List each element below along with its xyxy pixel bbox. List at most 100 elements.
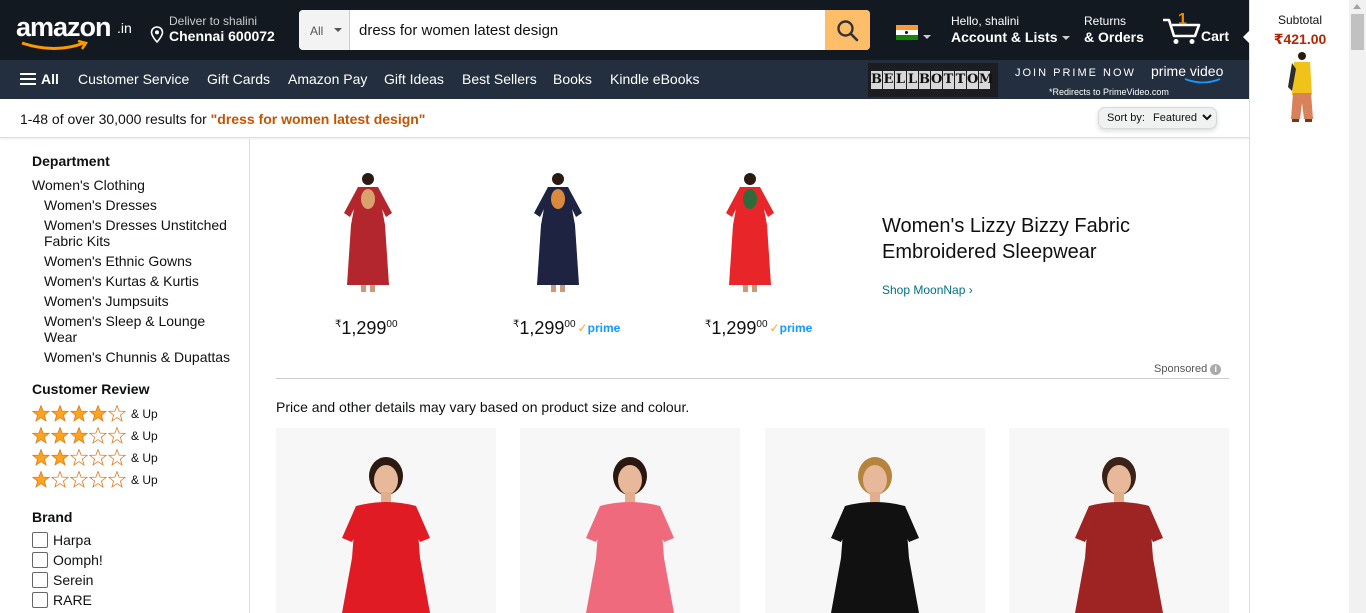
product-image[interactable] (520, 428, 740, 613)
product-card[interactable] (765, 428, 985, 613)
cart-label: Cart (1201, 28, 1230, 44)
bellbottom-letter: B (871, 71, 882, 89)
cart-item-thumbnail[interactable] (1280, 47, 1322, 127)
logo-word: amazon (16, 12, 112, 42)
sponsored-label[interactable]: Sponsored i (1154, 363, 1222, 375)
sponsored-brand-title[interactable]: Women's Lizzy Bizzy Fabric Embroidered S… (882, 213, 1182, 265)
product-image[interactable] (473, 165, 643, 300)
product-price: ₹1,29900 ✓prime (513, 318, 620, 339)
stars-icon (32, 427, 127, 445)
product-card[interactable] (520, 428, 740, 613)
sort-dropdown[interactable]: Sort by: Featured (1098, 107, 1217, 129)
checkbox[interactable] (32, 552, 48, 568)
stars-icon (32, 449, 127, 467)
nav-kindle-ebooks[interactable]: Kindle eBooks (610, 71, 700, 87)
prime-video-promo[interactable]: BELLBOTTOM JOIN PRIME NOW prime video *R… (868, 60, 1249, 99)
dept-link[interactable]: Women's Dresses Unstitched Fabric Kits (44, 217, 234, 249)
scroll-up-arrow-icon[interactable] (1353, 4, 1361, 9)
subtotal-amount: ₹421.00 (1273, 31, 1327, 47)
product-image[interactable] (1009, 428, 1229, 613)
prime-label: prime (587, 321, 621, 335)
stars-icon (32, 405, 127, 423)
search-input[interactable] (350, 10, 825, 50)
prime-redirect-note: *Redirects to PrimeVideo.com (1049, 87, 1169, 97)
bellbottom-letter: O (931, 71, 943, 89)
search-category-dropdown[interactable]: All (299, 10, 350, 50)
dept-link[interactable]: Women's Dresses (44, 197, 234, 213)
dept-link-root[interactable]: Women's Clothing (32, 177, 145, 193)
bellbottom-letter: O (967, 71, 979, 89)
brand-filter[interactable]: Oomph! (32, 550, 103, 570)
filters-sidebar: Department Women's Clothing Women's Dres… (0, 139, 250, 613)
nav-secondary-bar: All Customer Service Gift Cards Amazon P… (0, 60, 1249, 99)
price-fraction: 00 (564, 319, 576, 330)
dept-link[interactable]: Women's Ethnic Gowns (44, 253, 234, 269)
review-filter[interactable]: & Up (32, 426, 158, 446)
search-category-label: All (310, 24, 324, 38)
review-filter[interactable]: & Up (32, 470, 158, 490)
brand-filter[interactable]: Serein (32, 570, 93, 590)
panel-pointer (1243, 30, 1250, 44)
brand-filter[interactable]: Harpa (32, 530, 91, 550)
bellbottom-letter: M (979, 71, 994, 89)
orders-label: & Orders (1084, 29, 1144, 45)
amazon-logo[interactable]: amazon .in (16, 11, 134, 50)
prime-badge: ✓prime (578, 321, 621, 335)
account-lists[interactable]: Hello, shalini Account & Lists (951, 14, 1070, 45)
product-card[interactable] (1009, 428, 1229, 613)
check-icon: ✓ (769, 321, 780, 335)
nav-books[interactable]: Books (553, 71, 592, 87)
price-fraction: 00 (386, 319, 398, 330)
dept-link[interactable]: Women's Jumpsuits (44, 293, 234, 309)
results-info-bar: 1-48 of over 30,000 results for "dress f… (0, 99, 1249, 138)
dept-link[interactable]: Women's Kurtas & Kurtis (44, 273, 234, 289)
deliver-line1: Deliver to shalini (169, 14, 258, 28)
bellbottom-letter: T (943, 71, 954, 89)
price-whole: 1,299 (341, 318, 387, 338)
checkbox[interactable] (32, 572, 48, 588)
chevron-down-icon[interactable] (923, 35, 931, 39)
bellbottom-letter: L (895, 71, 906, 89)
nav-amazon-pay[interactable]: Amazon Pay (288, 71, 367, 87)
product-card[interactable] (276, 428, 496, 613)
brand-filter[interactable]: RARE (32, 590, 92, 610)
sort-label: Sort by: (1107, 112, 1145, 124)
checkbox[interactable] (32, 532, 48, 548)
brand-label: Serein (53, 572, 94, 588)
nav-customer-service[interactable]: Customer Service (78, 71, 189, 87)
chevron-down-icon (1202, 114, 1212, 121)
nav-best-sellers[interactable]: Best Sellers (462, 71, 537, 87)
product-image[interactable] (276, 428, 496, 613)
deliver-location: Chennai 600072 (169, 28, 275, 44)
dept-link[interactable]: Women's Sleep & Lounge Wear (44, 313, 219, 345)
price-fraction: 00 (756, 319, 768, 330)
checkbox[interactable] (32, 592, 48, 608)
review-suffix: & Up (131, 473, 158, 487)
brand-label: Harpa (53, 532, 92, 548)
returns-orders[interactable]: Returns & Orders (1084, 14, 1144, 45)
dept-link[interactable]: Women's Chunnis & Dupattas (44, 349, 244, 365)
product-image[interactable] (665, 165, 835, 300)
department-heading: Department (32, 153, 110, 169)
all-menu-button[interactable]: All (20, 71, 59, 87)
bellbottom-letter: L (907, 71, 918, 89)
review-filter[interactable]: & Up (32, 404, 158, 424)
scrollbar[interactable] (1349, 0, 1366, 613)
hamburger-icon (20, 73, 36, 85)
product-image[interactable] (283, 165, 453, 300)
product-image[interactable] (765, 428, 985, 613)
check-icon: ✓ (577, 321, 588, 335)
scrollbar-thumb[interactable] (1351, 14, 1364, 50)
india-flag-icon[interactable] (896, 25, 918, 40)
cart-button[interactable]: 1 Cart (1162, 11, 1242, 47)
review-suffix: & Up (131, 407, 158, 421)
search-button[interactable] (825, 10, 870, 50)
chevron-down-icon (334, 28, 342, 32)
cart-subtotal-panel[interactable]: Subtotal ₹421.00 (1243, 0, 1349, 613)
prime-video-logo: prime video (1151, 63, 1224, 79)
nav-gift-cards[interactable]: Gift Cards (207, 71, 270, 87)
nav-gift-ideas[interactable]: Gift Ideas (384, 71, 444, 87)
review-filter[interactable]: & Up (32, 448, 158, 468)
shop-brand-link[interactable]: Shop MoonNap › (882, 283, 973, 297)
info-icon[interactable]: i (1210, 364, 1222, 375)
